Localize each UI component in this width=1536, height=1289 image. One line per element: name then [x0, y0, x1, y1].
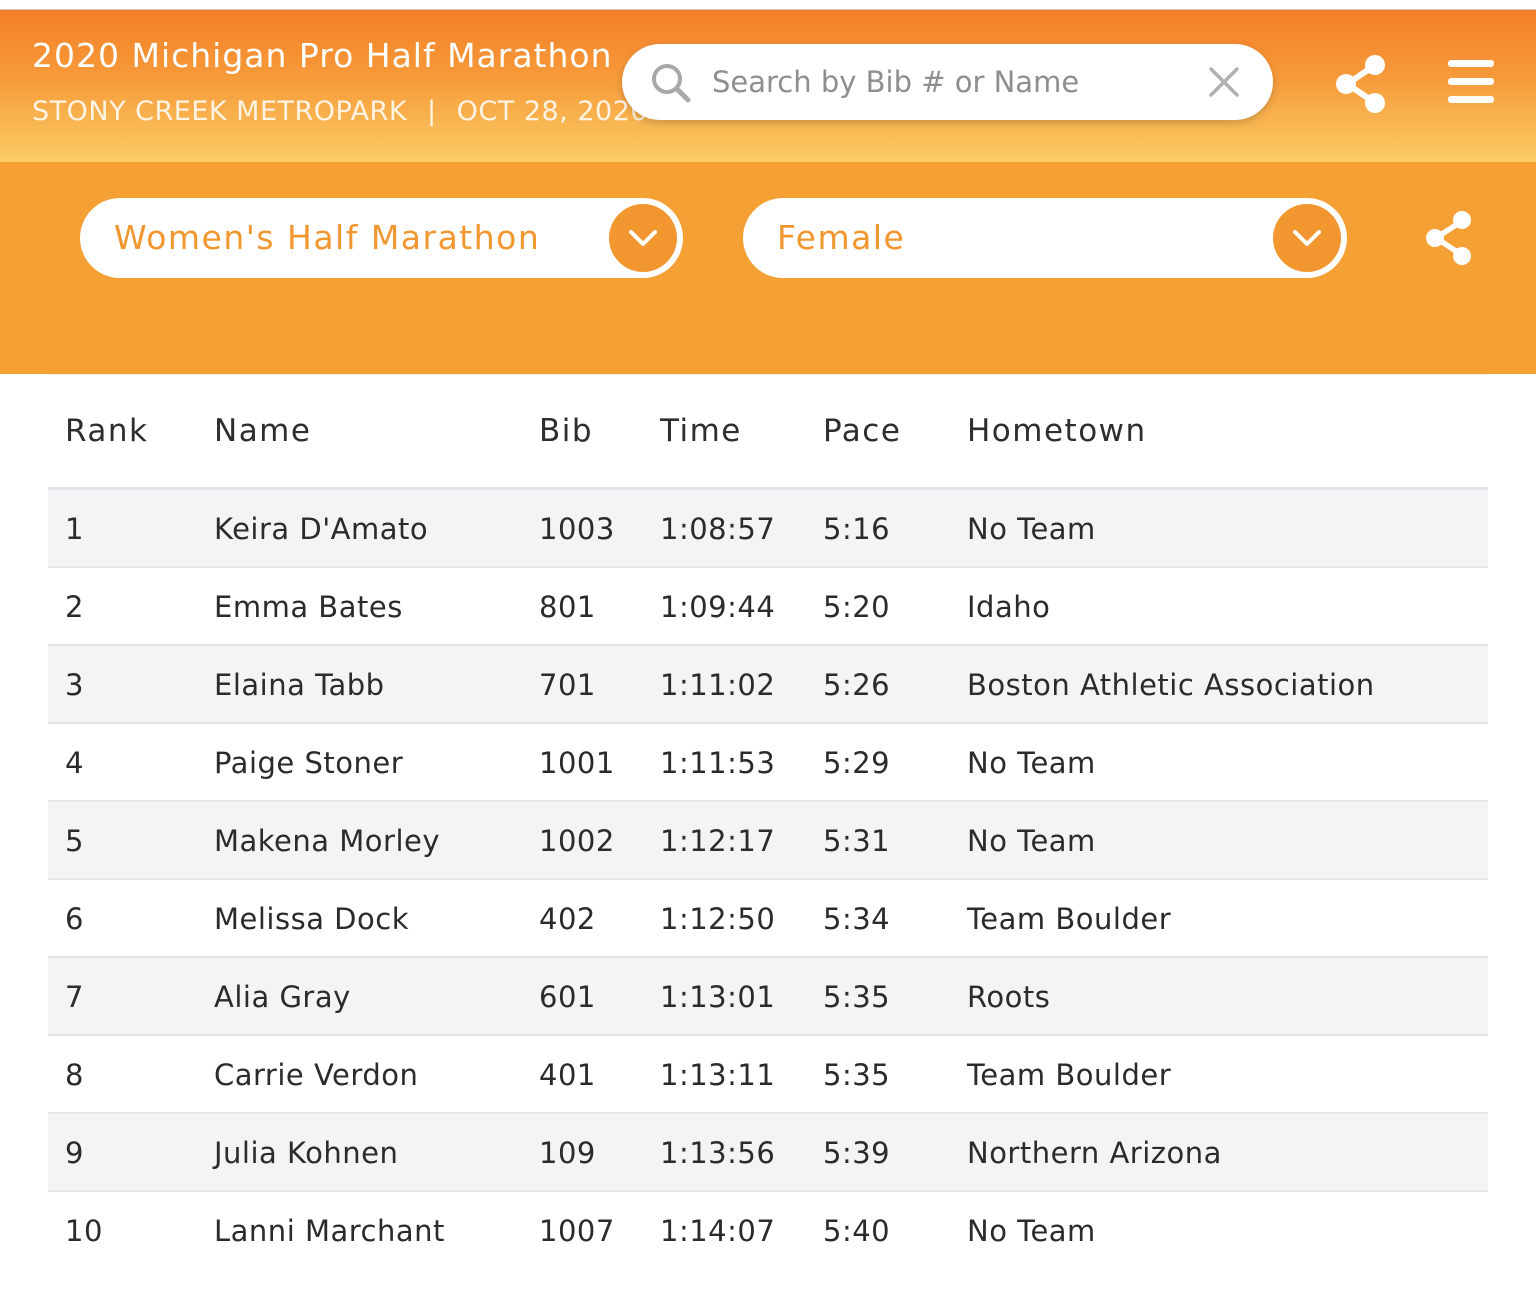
event-title: 2020 Michigan Pro Half Marathon: [32, 36, 613, 75]
table-row[interactable]: 1 Keira D'Amato 1003 1:08:57 5:16 No Tea…: [48, 490, 1488, 568]
header-pace[interactable]: Pace: [823, 413, 901, 449]
cell-time: 1:08:57: [660, 512, 776, 546]
cell-pace: 5:35: [823, 980, 891, 1014]
cell-pace: 5:16: [823, 512, 891, 546]
table-row[interactable]: 6 Melissa Dock 402 1:12:50 5:34 Team Bou…: [48, 880, 1488, 958]
cell-bib: 109: [539, 1136, 596, 1170]
cell-time: 1:13:11: [660, 1058, 776, 1092]
cell-bib: 1002: [539, 824, 615, 858]
cell-time: 1:11:02: [660, 668, 776, 702]
share-icon[interactable]: [1334, 54, 1388, 114]
cell-bib: 402: [539, 902, 596, 936]
gender-select[interactable]: Female: [743, 198, 1347, 278]
header-bib[interactable]: Bib: [539, 413, 593, 449]
table-row[interactable]: 3 Elaina Tabb 701 1:11:02 5:26 Boston At…: [48, 646, 1488, 724]
cell-pace: 5:35: [823, 1058, 891, 1092]
cell-time: 1:12:50: [660, 902, 776, 936]
cell-hometown: No Team: [967, 746, 1096, 780]
cell-rank: 2: [65, 590, 84, 624]
cell-name: Lanni Marchant: [214, 1214, 445, 1248]
cell-pace: 5:31: [823, 824, 891, 858]
cell-rank: 1: [65, 512, 84, 546]
results-table: Rank Name Bib Time Pace Hometown 1 Keira…: [48, 374, 1488, 1270]
search-icon: [652, 64, 691, 103]
cell-name: Keira D'Amato: [214, 512, 429, 546]
race-select-value: Women's Half Marathon: [114, 218, 541, 257]
cell-hometown: Team Boulder: [967, 902, 1172, 936]
gender-select-value: Female: [777, 218, 906, 257]
event-subtitle: STONY CREEK METROPARK | OCT 28, 2020: [32, 96, 648, 127]
cell-pace: 5:29: [823, 746, 891, 780]
cell-pace: 5:20: [823, 590, 891, 624]
table-row[interactable]: 2 Emma Bates 801 1:09:44 5:20 Idaho: [48, 568, 1488, 646]
cell-hometown: Roots: [967, 980, 1051, 1014]
header-hometown[interactable]: Hometown: [967, 413, 1147, 449]
top-border: [0, 0, 1536, 10]
cell-rank: 8: [65, 1058, 84, 1092]
cell-rank: 6: [65, 902, 84, 936]
table-row[interactable]: 8 Carrie Verdon 401 1:13:11 5:35 Team Bo…: [48, 1036, 1488, 1114]
cell-name: Carrie Verdon: [214, 1058, 419, 1092]
event-header: 2020 Michigan Pro Half Marathon STONY CR…: [0, 10, 1536, 162]
search-input[interactable]: [712, 58, 1182, 106]
cell-bib: 1001: [539, 746, 615, 780]
close-icon[interactable]: [1206, 64, 1242, 100]
cell-name: Alia Gray: [214, 980, 351, 1014]
cell-bib: 401: [539, 1058, 596, 1092]
cell-hometown: Northern Arizona: [967, 1136, 1222, 1170]
cell-hometown: Boston Athletic Association: [967, 668, 1375, 702]
cell-time: 1:12:17: [660, 824, 776, 858]
cell-hometown: Team Boulder: [967, 1058, 1172, 1092]
cell-time: 1:13:01: [660, 980, 776, 1014]
cell-bib: 801: [539, 590, 596, 624]
table-row[interactable]: 9 Julia Kohnen 109 1:13:56 5:39 Northern…: [48, 1114, 1488, 1192]
cell-pace: 5:34: [823, 902, 891, 936]
cell-name: Makena Morley: [214, 824, 441, 858]
table-row[interactable]: 4 Paige Stoner 1001 1:11:53 5:29 No Team: [48, 724, 1488, 802]
event-date: OCT 28, 2020: [456, 96, 649, 127]
cell-time: 1:09:44: [660, 590, 776, 624]
table-row[interactable]: 10 Lanni Marchant 1007 1:14:07 5:40 No T…: [48, 1192, 1488, 1270]
hamburger-menu-icon[interactable]: [1448, 60, 1496, 110]
chevron-down-icon[interactable]: [609, 204, 677, 272]
cell-rank: 9: [65, 1136, 84, 1170]
cell-time: 1:13:56: [660, 1136, 776, 1170]
filter-bar: Women's Half Marathon Female: [0, 162, 1536, 374]
table-row[interactable]: 7 Alia Gray 601 1:13:01 5:35 Roots: [48, 958, 1488, 1036]
cell-rank: 7: [65, 980, 84, 1014]
header-time[interactable]: Time: [660, 413, 742, 449]
event-location: STONY CREEK METROPARK: [32, 96, 408, 127]
cell-time: 1:11:53: [660, 746, 776, 780]
cell-pace: 5:26: [823, 668, 891, 702]
cell-rank: 3: [65, 668, 84, 702]
cell-bib: 701: [539, 668, 596, 702]
table-header: Rank Name Bib Time Pace Hometown: [48, 374, 1488, 490]
header-name[interactable]: Name: [214, 413, 311, 449]
cell-rank: 10: [65, 1214, 103, 1248]
cell-rank: 5: [65, 824, 84, 858]
share-results-icon[interactable]: [1424, 210, 1474, 266]
cell-rank: 4: [65, 746, 84, 780]
cell-bib: 1007: [539, 1214, 615, 1248]
cell-hometown: Idaho: [967, 590, 1051, 624]
cell-name: Emma Bates: [214, 590, 403, 624]
cell-bib: 601: [539, 980, 596, 1014]
chevron-down-icon[interactable]: [1273, 204, 1341, 272]
cell-pace: 5:40: [823, 1214, 891, 1248]
cell-pace: 5:39: [823, 1136, 891, 1170]
cell-hometown: No Team: [967, 1214, 1096, 1248]
cell-name: Paige Stoner: [214, 746, 404, 780]
cell-name: Elaina Tabb: [214, 668, 385, 702]
cell-time: 1:14:07: [660, 1214, 776, 1248]
race-select[interactable]: Women's Half Marathon: [80, 198, 683, 278]
cell-name: Julia Kohnen: [214, 1136, 399, 1170]
header-rank[interactable]: Rank: [65, 413, 148, 449]
cell-hometown: No Team: [967, 824, 1096, 858]
subtitle-separator: |: [427, 96, 437, 127]
search-box[interactable]: [622, 44, 1273, 120]
table-row[interactable]: 5 Makena Morley 1002 1:12:17 5:31 No Tea…: [48, 802, 1488, 880]
cell-bib: 1003: [539, 512, 615, 546]
cell-name: Melissa Dock: [214, 902, 409, 936]
cell-hometown: No Team: [967, 512, 1096, 546]
